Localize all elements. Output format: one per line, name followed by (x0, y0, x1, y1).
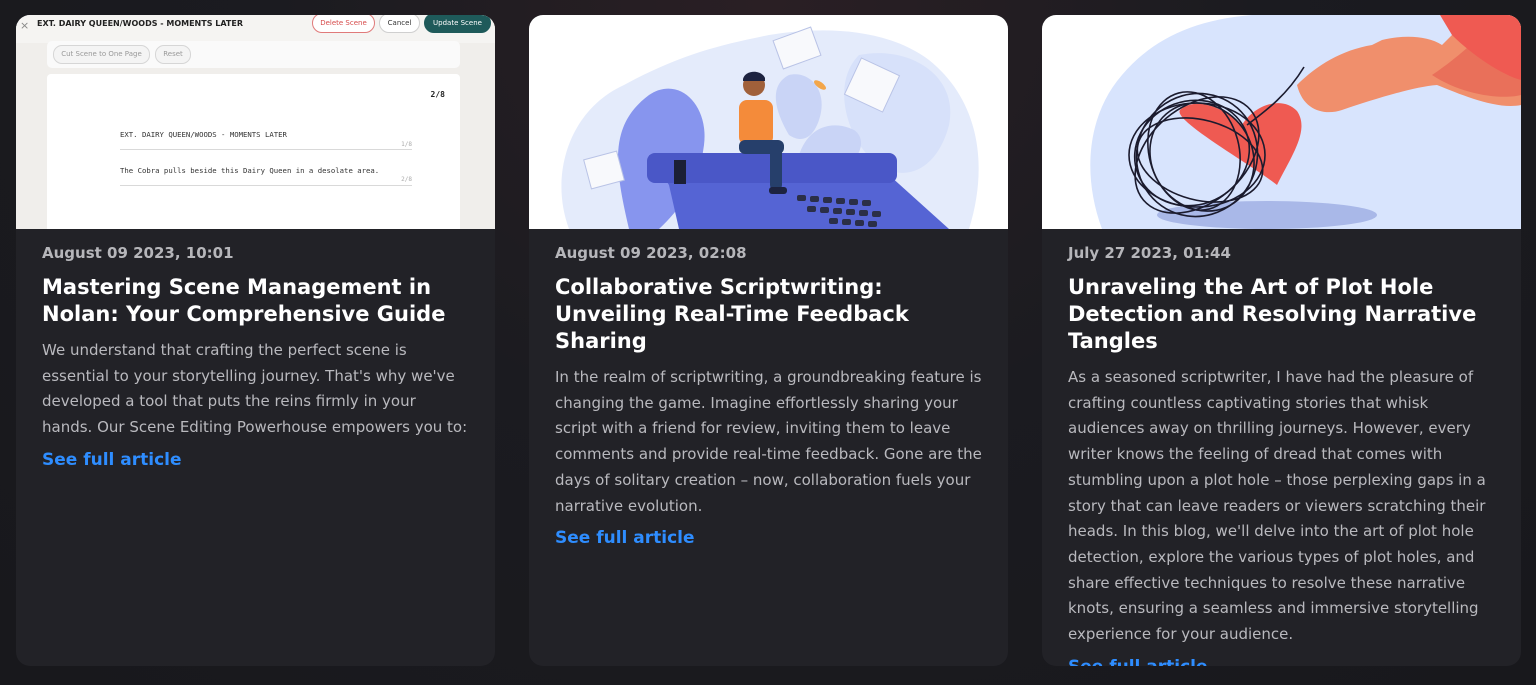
article-excerpt: In the realm of scriptwriting, a groundb… (555, 368, 982, 515)
editor-toolbar: Cut Scene to One Page Reset (47, 41, 460, 68)
cut-scene-button: Cut Scene to One Page (53, 45, 150, 64)
article-excerpt: As a seasoned scriptwriter, I have had t… (1068, 368, 1486, 644)
page-number: 2/8 (430, 90, 445, 99)
article-date: July 27 2023, 01:44 (1068, 244, 1231, 262)
script-line: The Cobra pulls beside this Dairy Queen … (120, 166, 380, 175)
script-line: EXT. DAIRY QUEEN/WOODS - MOMENTS LATER (120, 130, 287, 139)
line-count: 2/8 (401, 176, 412, 183)
editor-header: × EXT. DAIRY QUEEN/WOODS - MOMENTS LATER… (16, 15, 495, 43)
article-excerpt: We understand that crafting the perfect … (42, 341, 468, 437)
tangled-heart-illustration (1042, 15, 1521, 229)
article-card-scene-management[interactable]: × EXT. DAIRY QUEEN/WOODS - MOMENTS LATER… (16, 15, 495, 666)
article-title[interactable]: Unraveling the Art of Plot Hole Detectio… (1068, 274, 1495, 355)
article-title[interactable]: Collaborative Scriptwriting: Unveiling R… (555, 274, 982, 355)
line-count: 1/8 (401, 141, 412, 148)
close-icon: × (20, 19, 30, 32)
script-page: 2/8 EXT. DAIRY QUEEN/WOODS - MOMENTS LAT… (47, 74, 460, 229)
scene-editor-screenshot: × EXT. DAIRY QUEEN/WOODS - MOMENTS LATER… (16, 15, 495, 229)
see-full-article-link[interactable]: See full article (42, 450, 182, 470)
scene-heading: EXT. DAIRY QUEEN/WOODS - MOMENTS LATER (37, 19, 244, 28)
typewriter-illustration (529, 15, 1008, 229)
article-date: August 09 2023, 02:08 (555, 244, 747, 262)
article-thumbnail (529, 15, 1008, 229)
article-card-plot-hole-detection[interactable]: July 27 2023, 01:44 Unraveling the Art o… (1042, 15, 1521, 666)
article-card-collaborative-scriptwriting[interactable]: August 09 2023, 02:08 Collaborative Scri… (529, 15, 1008, 666)
divider (120, 149, 412, 150)
article-title[interactable]: Mastering Scene Management in Nolan: You… (42, 274, 469, 328)
divider (120, 185, 412, 186)
see-full-article-link[interactable]: See full article (1068, 657, 1208, 666)
update-scene-button: Update Scene (424, 15, 491, 33)
article-date: August 09 2023, 10:01 (42, 244, 234, 262)
reset-button: Reset (155, 45, 191, 64)
delete-scene-button: Delete Scene (312, 15, 375, 33)
see-full-article-link[interactable]: See full article (555, 528, 695, 548)
article-thumbnail: × EXT. DAIRY QUEEN/WOODS - MOMENTS LATER… (16, 15, 495, 229)
article-thumbnail (1042, 15, 1521, 229)
cancel-button: Cancel (379, 15, 420, 33)
